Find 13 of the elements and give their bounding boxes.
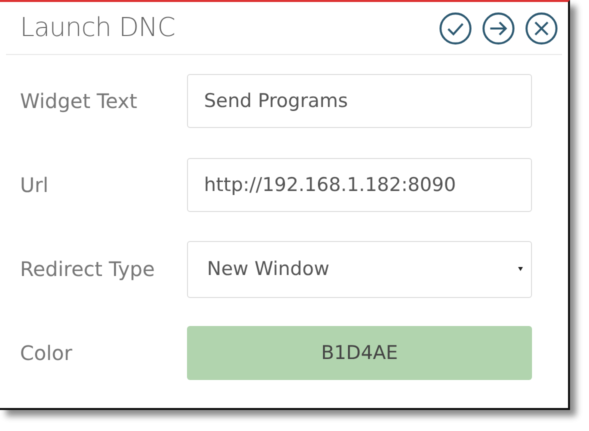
field-label: Widget Text [19, 89, 138, 113]
input-field[interactable]: Send Programs [187, 74, 532, 128]
field-label: Redirect Type [19, 257, 156, 281]
input-field[interactable]: http://192.168.1.182:8090 [187, 158, 532, 212]
close-icon[interactable] [525, 12, 558, 44]
field-label: Url [19, 173, 50, 197]
caret-icon [518, 267, 523, 271]
dialog-title: Launch DNC [20, 13, 176, 43]
field-label: Color [19, 341, 74, 365]
confirm-icon[interactable] [439, 12, 472, 44]
dropdown[interactable]: New Window [187, 240, 532, 298]
color-swatch[interactable]: B1D4AE [187, 326, 532, 380]
arrow-right-icon[interactable] [482, 12, 515, 44]
